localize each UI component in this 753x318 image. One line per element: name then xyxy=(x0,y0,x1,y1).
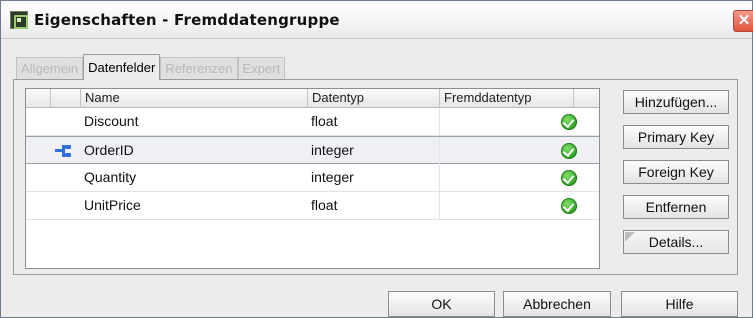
table-header: Name Datentyp Fremddatentyp xyxy=(26,89,599,108)
field-name-cell: OrderID xyxy=(84,142,134,158)
column-header-name[interactable]: Name xyxy=(80,89,307,108)
field-type-cell: integer xyxy=(311,142,354,158)
column-divider xyxy=(439,192,440,220)
field-name-cell: UnitPrice xyxy=(84,197,141,213)
table-row[interactable]: Discount float xyxy=(26,108,599,136)
tab-expert[interactable]: Expert xyxy=(237,57,286,80)
title-bar[interactable]: Eigenschaften - Fremddatengruppe ✕ xyxy=(1,1,753,39)
tab-panel-datenfelder: Name Datentyp Fremddatentyp Discount flo… xyxy=(13,79,738,275)
header-key-column xyxy=(50,89,80,108)
ok-button[interactable]: OK xyxy=(388,291,495,317)
remove-field-button[interactable]: Entfernen xyxy=(623,195,729,219)
cancel-button[interactable]: Abbrechen xyxy=(503,291,611,317)
properties-dialog: Eigenschaften - Fremddatengruppe ✕ Allge… xyxy=(0,0,753,318)
app-icon xyxy=(10,11,28,29)
table-row[interactable]: UnitPrice float xyxy=(26,192,599,220)
field-name-cell: Discount xyxy=(84,113,139,129)
check-icon xyxy=(561,198,577,214)
tab-referenzen[interactable]: Referenzen xyxy=(160,57,238,80)
check-icon xyxy=(561,143,577,159)
header-marker-column xyxy=(26,89,50,108)
help-button[interactable]: Hilfe xyxy=(621,291,738,317)
table-row[interactable]: Quantity integer xyxy=(26,164,599,192)
dialog-content: Allgemein Datenfelder Referenzen Expert … xyxy=(7,46,748,317)
check-icon xyxy=(561,170,577,186)
tab-datenfelder[interactable]: Datenfelder xyxy=(83,54,161,80)
fields-table[interactable]: Name Datentyp Fremddatentyp Discount flo… xyxy=(25,88,600,269)
add-field-button[interactable]: Hinzufügen... xyxy=(623,90,729,114)
foreign-key-button[interactable]: Foreign Key xyxy=(623,160,729,184)
close-button[interactable]: ✕ xyxy=(733,10,753,32)
field-type-cell: integer xyxy=(311,169,354,185)
header-status-column xyxy=(573,89,599,108)
primary-key-button[interactable]: Primary Key xyxy=(623,125,729,149)
column-divider xyxy=(439,108,440,136)
tab-allgemein[interactable]: Allgemein xyxy=(16,57,84,80)
primary-key-icon xyxy=(55,145,73,157)
field-type-cell: float xyxy=(311,113,338,129)
column-header-fremddatentyp[interactable]: Fremddatentyp xyxy=(439,89,573,108)
window-title: Eigenschaften - Fremddatengruppe xyxy=(34,11,340,29)
tab-strip: Allgemein Datenfelder Referenzen Expert xyxy=(16,54,286,80)
column-divider xyxy=(439,137,440,165)
column-header-datentyp[interactable]: Datentyp xyxy=(307,89,439,108)
field-name-cell: Quantity xyxy=(84,169,137,185)
column-divider xyxy=(439,164,440,192)
field-type-cell: float xyxy=(311,197,338,213)
check-icon xyxy=(561,114,577,130)
table-row-selected[interactable]: OrderID integer xyxy=(26,136,599,165)
details-button[interactable]: Details... xyxy=(623,230,729,254)
